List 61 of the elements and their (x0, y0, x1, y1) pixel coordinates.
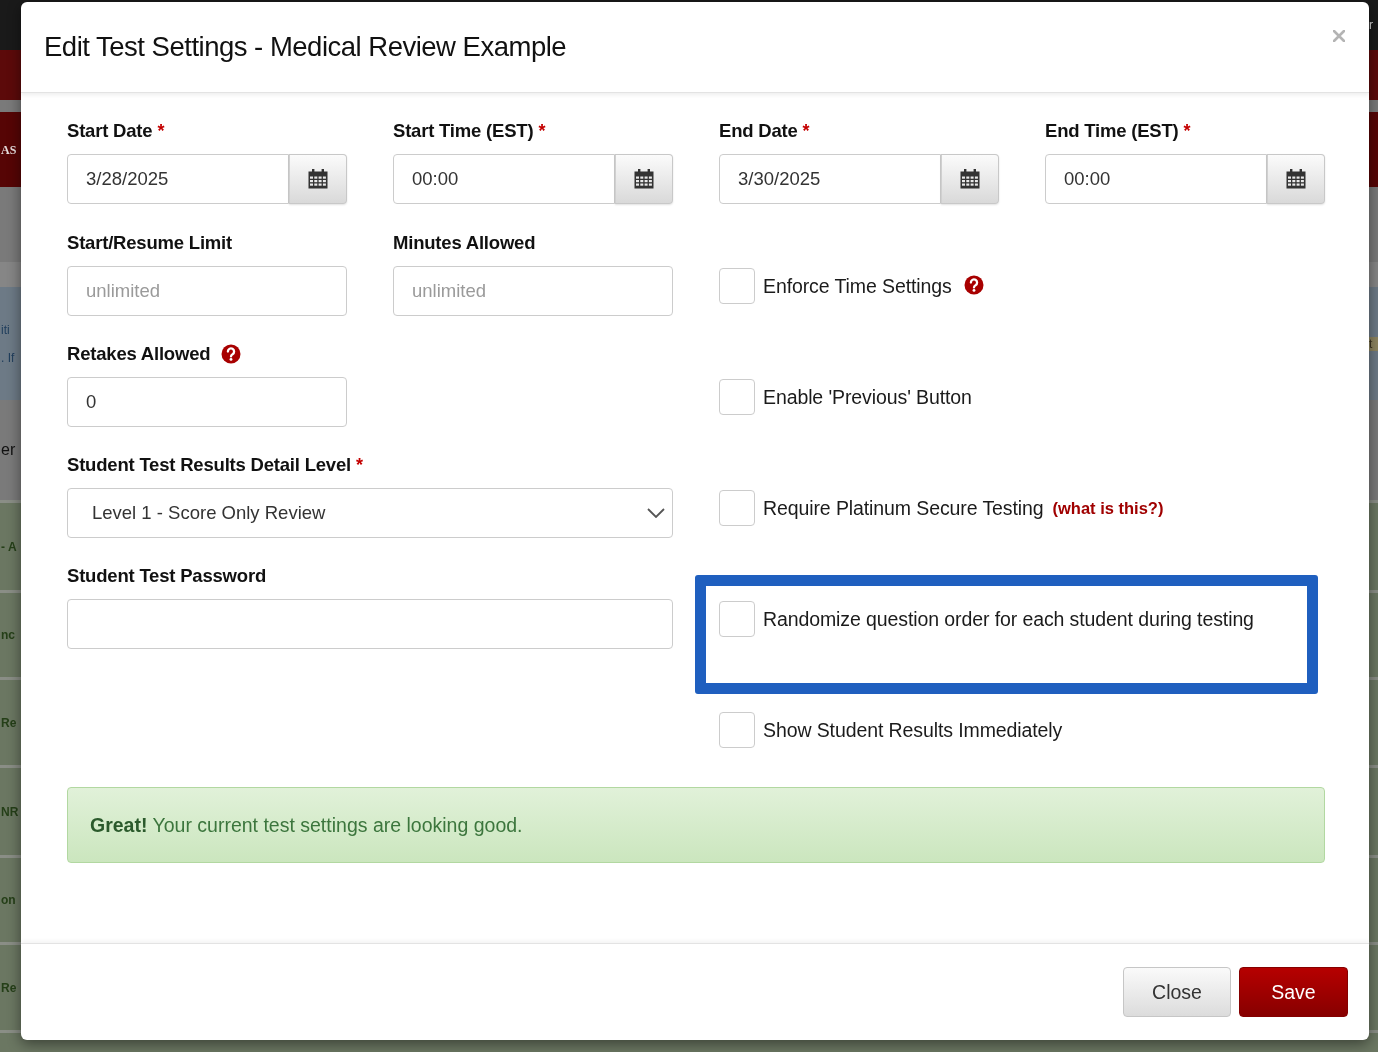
option-label: Show Student Results Immediately (763, 718, 1063, 742)
calendar-icon (633, 169, 654, 189)
required-mark: * (538, 120, 546, 142)
calendar-icon (959, 169, 980, 189)
background-text: nc (1, 628, 16, 642)
background-text: r (1369, 18, 1374, 32)
checkbox[interactable] (719, 601, 755, 637)
calendar-button[interactable] (941, 154, 999, 204)
input-field[interactable]: 3/30/2025 (719, 154, 941, 204)
checkbox[interactable] (719, 712, 755, 748)
dialog-title: Edit Test Settings - Medical Review Example (44, 31, 567, 63)
background-text: - A (1, 539, 18, 554)
option-label: Require Platinum Secure Testing (763, 496, 1044, 520)
input-field[interactable]: 00:00 (393, 154, 615, 204)
input-field[interactable]: unlimited (393, 266, 673, 316)
option-label: Enforce Time Settings (763, 274, 952, 298)
save-button[interactable]: Save (1239, 967, 1348, 1017)
field-label: Student Test Results Detail Level (67, 454, 351, 476)
input-field[interactable]: 0 (67, 377, 347, 427)
close-button[interactable]: Close (1123, 967, 1231, 1017)
input-field[interactable]: unlimited (67, 266, 347, 316)
background-text: . If (1, 350, 16, 365)
close-button[interactable] (1333, 30, 1345, 42)
close-icon (1333, 30, 1345, 42)
required-mark: * (802, 120, 810, 142)
help-link[interactable]: (what is this?) (1052, 498, 1164, 518)
checkbox[interactable] (719, 268, 755, 304)
calendar-icon (307, 169, 328, 189)
field-label: Retakes Allowed (67, 343, 211, 365)
calendar-button[interactable] (615, 154, 673, 204)
background-text: on (1, 893, 17, 907)
calendar-icon (1285, 169, 1306, 189)
field-label: Student Test Password (67, 565, 266, 587)
background-text: AS (1, 142, 18, 157)
background-text: NR (1, 804, 20, 819)
password-field[interactable] (67, 599, 673, 649)
background-text: t (1369, 336, 1378, 351)
background-text: Re (1, 980, 18, 995)
checkbox[interactable] (719, 379, 755, 415)
background-text: iti (1, 322, 11, 337)
input-field[interactable]: 00:00 (1045, 154, 1267, 204)
background-text: er (1, 441, 17, 459)
calendar-button[interactable] (1267, 154, 1325, 204)
option-label: Enable 'Previous' Button (763, 385, 972, 409)
field-label: Start Date (67, 120, 153, 142)
chevron-down-icon (647, 508, 665, 518)
input-field[interactable]: 3/28/2025 (67, 154, 289, 204)
required-mark: * (1183, 120, 1191, 142)
background-text: Re (1, 715, 18, 730)
calendar-button[interactable] (289, 154, 347, 204)
required-mark: * (157, 120, 165, 142)
field-label: Start Time (EST) (393, 120, 534, 142)
required-mark: * (356, 454, 363, 476)
dropdown-select[interactable]: Level 1 - Score Only Review (67, 488, 673, 538)
field-label: End Date (719, 120, 798, 142)
field-label: Start/Resume Limit (67, 232, 232, 254)
field-label: Minutes Allowed (393, 232, 536, 254)
checkbox[interactable] (719, 490, 755, 526)
success-alert: Great! Your current test settings are looking good. (67, 787, 1325, 863)
option-label: Randomize question order for each student during testing (763, 607, 1254, 631)
field-label: End Time (EST) (1045, 120, 1179, 142)
